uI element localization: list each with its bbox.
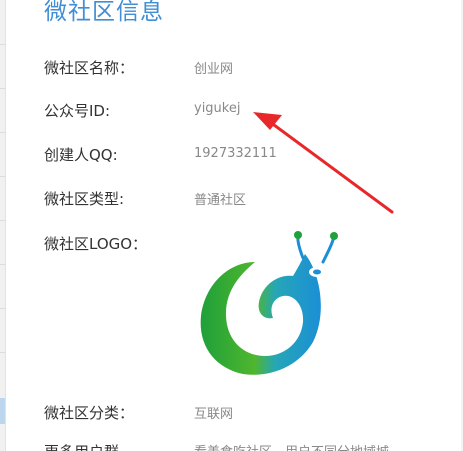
arrow-head [253,112,282,130]
community-name-value: 创业网 [194,62,234,77]
snail-logo-icon [200,231,338,375]
rail-divider [0,132,5,133]
creator-qq-value: 1927332111 [194,146,277,161]
community-type-label: 微社区类型: [44,190,125,208]
community-type-value: 普通社区 [194,193,247,208]
rail-divider [0,220,5,221]
account-id-value: yigukej [194,101,241,116]
more-users-value: 看美食吃社区，用户不同分地域城 [194,441,389,451]
rail-divider [0,44,5,45]
creator-qq-label: 创建人QQ: [44,146,118,164]
community-name-label: 微社区名称： [44,59,135,77]
page-title: 微社区信息 [44,0,164,25]
rail-divider [0,308,5,309]
rail-divider [0,88,5,89]
community-logo-label: 微社区LOGO： [44,235,148,253]
community-category-label: 微社区分类： [44,404,135,422]
rail-divider [0,264,5,265]
rail-divider [0,352,5,353]
left-rail [0,0,6,451]
account-id-label: 公众号ID: [44,102,111,120]
arrow-shaft [268,120,394,214]
rail-divider [0,176,5,177]
community-category-value: 互联网 [194,407,234,422]
rail-active-item[interactable] [0,398,5,424]
more-users-label: 更多用户群 [44,441,119,451]
cut-off-row: 更多用户群 看美食吃社区，用户不同分地域城 [0,438,463,451]
